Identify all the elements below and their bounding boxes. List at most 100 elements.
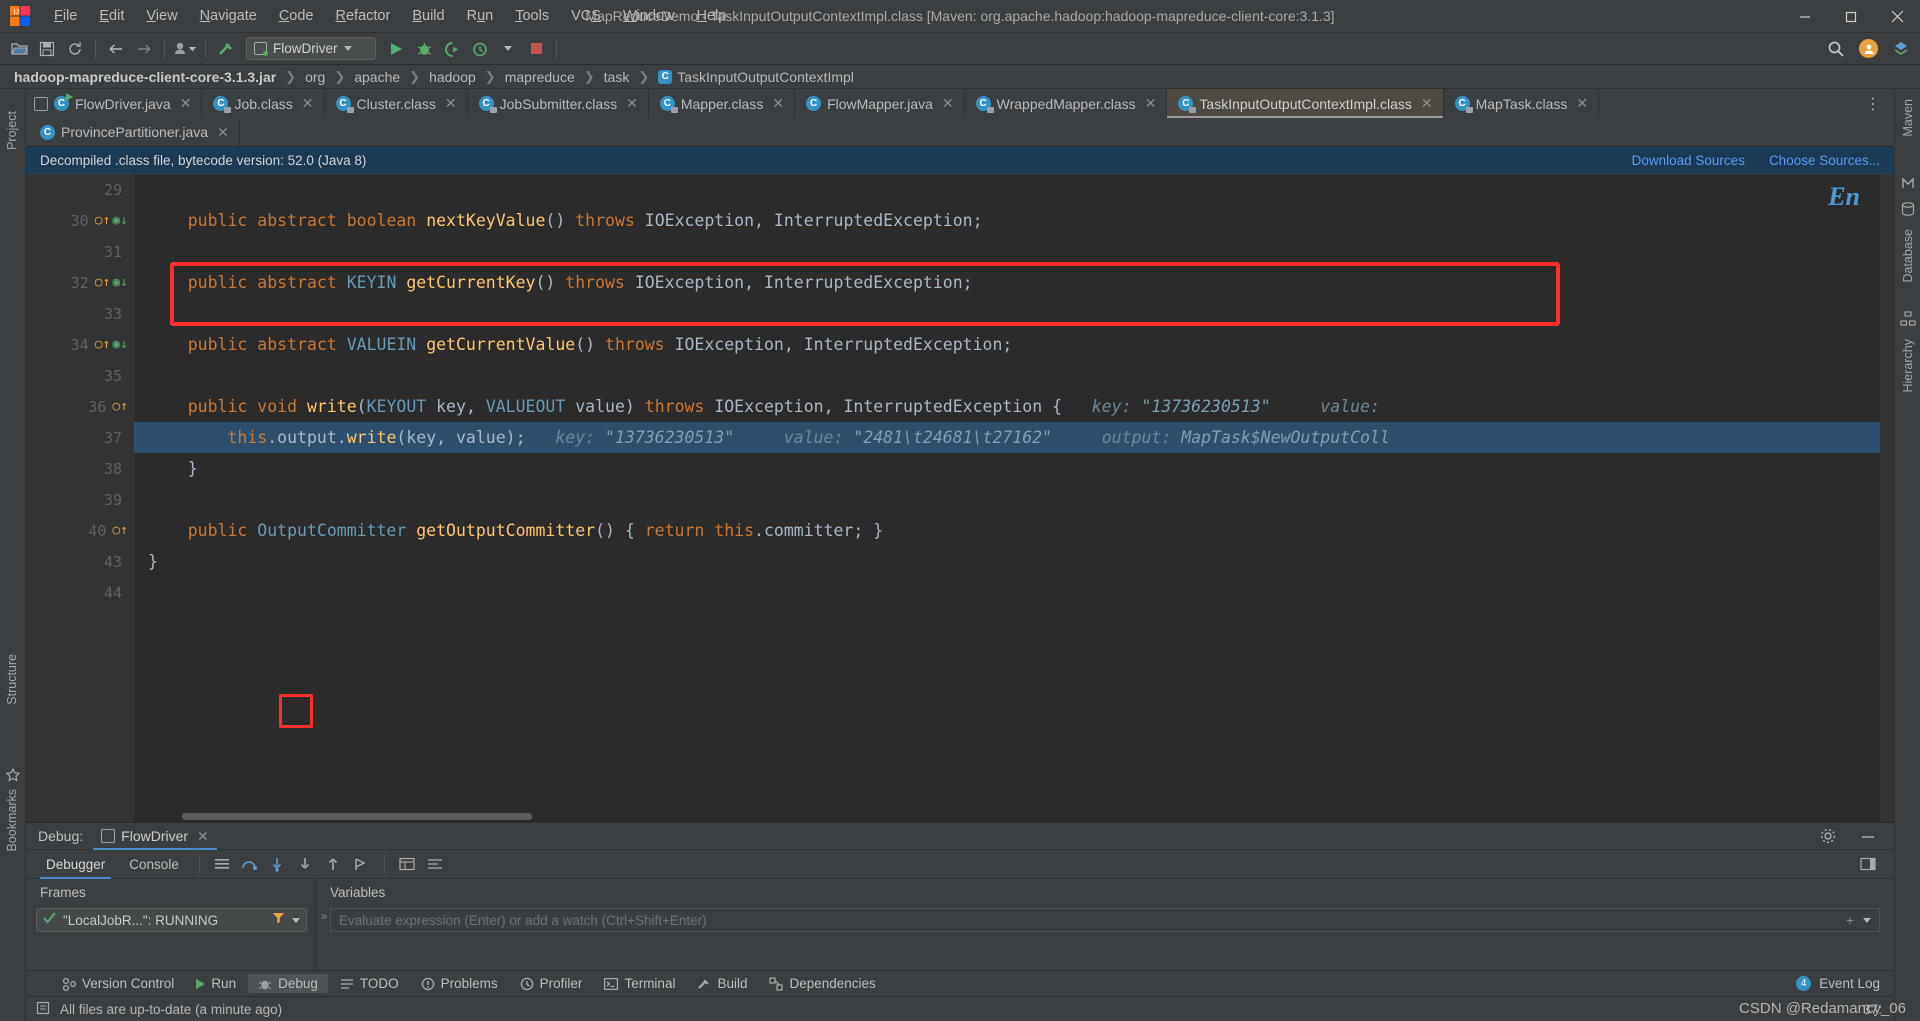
menu-vcs[interactable]: VCS	[560, 4, 612, 28]
tab-job-class[interactable]: C Job.class ✕	[202, 89, 324, 118]
back-icon[interactable]	[103, 36, 129, 62]
tab-flowdriver-java[interactable]: C FlowDriver.java ✕	[26, 89, 202, 118]
mute-breakpoints-icon[interactable]	[423, 853, 447, 875]
open-project-icon[interactable]	[6, 36, 32, 62]
run-button[interactable]	[383, 36, 409, 62]
tab-taskinputoutputcontextimpl-class[interactable]: C TaskInputOutputContextImpl.class ✕	[1167, 89, 1443, 118]
override-icon[interactable]: ○↑	[112, 523, 128, 538]
gutter-line[interactable]: 30○↑◉↓	[26, 205, 134, 236]
sidebar-item-structure[interactable]: Structure	[5, 654, 19, 705]
code-line[interactable]: public abstract VALUEIN getCurrentValue(…	[134, 329, 1894, 360]
search-everywhere-icon[interactable]	[1823, 36, 1849, 62]
tabs-overflow-icon[interactable]: ⋮	[1853, 89, 1894, 118]
gutter-line[interactable]: 36○↑	[26, 391, 134, 422]
gutter-line[interactable]: 39	[26, 484, 134, 515]
code-line[interactable]: public abstract boolean nextKeyValue() t…	[134, 205, 1894, 236]
close-icon[interactable]: ✕	[1421, 95, 1433, 112]
choose-sources-link[interactable]: Choose Sources...	[1769, 153, 1880, 168]
debug-session-tab[interactable]: FlowDriver ✕	[93, 823, 217, 850]
close-icon[interactable]: ✕	[302, 95, 314, 112]
updates-icon[interactable]	[1888, 36, 1914, 62]
toolwindow-problems[interactable]: Problems	[411, 974, 508, 993]
toolwindow-build[interactable]: Build	[687, 974, 757, 993]
profiler-run-icon[interactable]	[467, 36, 493, 62]
code-line[interactable]: ⊟ public OutputCommitter getOutputCommit…	[134, 515, 1894, 546]
gutter-line[interactable]: 33	[26, 298, 134, 329]
gear-icon[interactable]	[1816, 825, 1840, 847]
minimize-icon[interactable]	[1856, 825, 1880, 847]
close-button[interactable]	[1874, 0, 1920, 33]
run-with-coverage-icon[interactable]	[439, 36, 465, 62]
code-line[interactable]: ⊟ }	[134, 453, 1894, 484]
code-editor[interactable]: 2930○↑◉↓3132○↑◉↓3334○↑◉↓3536○↑37383940○↑…	[26, 174, 1894, 822]
menu-build[interactable]: Build	[401, 4, 455, 28]
tab-maptask-class[interactable]: C MapTask.class ✕	[1444, 89, 1600, 118]
tab-console[interactable]: Console	[119, 854, 189, 875]
override-icon[interactable]: ○↑	[95, 337, 111, 352]
step-out-icon[interactable]	[322, 853, 346, 875]
gutter-line[interactable]: 43	[26, 546, 134, 577]
menu-edit[interactable]: Edit	[88, 4, 135, 28]
close-icon[interactable]: ✕	[180, 95, 192, 112]
run-to-cursor-icon[interactable]	[350, 853, 374, 875]
editor-gutter[interactable]: 2930○↑◉↓3132○↑◉↓3334○↑◉↓3536○↑37383940○↑…	[26, 174, 134, 822]
tab-cluster-class[interactable]: C Cluster.class ✕	[325, 89, 468, 118]
breadcrumb-item-apache[interactable]: apache	[354, 69, 400, 85]
implemented-icon[interactable]: ◉↓	[112, 213, 128, 228]
code-line[interactable]: ⊟ public void write(KEYOUT key, VALUEOUT…	[134, 391, 1894, 422]
tab-flowmapper-java[interactable]: C FlowMapper.java ✕	[795, 89, 965, 118]
tab-jobsubmitter-class[interactable]: C JobSubmitter.class ✕	[468, 89, 649, 118]
sidebar-item-bookmarks[interactable]: Bookmarks	[5, 789, 19, 852]
toolwindow-debug[interactable]: Debug	[248, 974, 328, 993]
menu-navigate[interactable]: Navigate	[189, 4, 268, 28]
override-icon[interactable]: ○↑	[95, 275, 111, 290]
breadcrumb-item-mapreduce[interactable]: mapreduce	[505, 69, 575, 85]
gutter-line[interactable]: 40○↑	[26, 515, 134, 546]
sidebar-item-maven[interactable]: Maven	[1901, 99, 1915, 137]
breadcrumb-item-org[interactable]: org	[305, 69, 325, 85]
code-line[interactable]	[134, 174, 1894, 205]
gutter-line[interactable]: 29	[26, 174, 134, 205]
breadcrumb-item-task[interactable]: task	[604, 69, 630, 85]
build-hammer-icon[interactable]	[213, 36, 239, 62]
maximize-button[interactable]	[1828, 0, 1874, 33]
close-icon[interactable]: ✕	[217, 124, 229, 141]
implemented-icon[interactable]: ◉↓	[112, 337, 128, 352]
toolwindow-version-control[interactable]: Version Control	[52, 974, 184, 993]
menu-refactor[interactable]: Refactor	[325, 4, 402, 28]
breadcrumb-item-hadoop[interactable]: hadoop	[429, 69, 476, 85]
menu-view[interactable]: View	[135, 4, 188, 28]
gutter-line[interactable]: 37	[26, 422, 134, 453]
error-stripe[interactable]	[1880, 174, 1894, 822]
code-line[interactable]	[134, 236, 1894, 267]
close-icon[interactable]: ✕	[772, 95, 784, 112]
override-icon[interactable]: ○↑	[112, 399, 128, 414]
code-line[interactable]: public abstract KEYIN getCurrentKey() th…	[134, 267, 1894, 298]
sidebar-item-project[interactable]: Project	[5, 111, 19, 150]
code-line-current[interactable]: this.output.write(key, value); key: "137…	[134, 422, 1894, 453]
layout-settings-icon[interactable]	[1856, 853, 1880, 875]
frame-selector[interactable]: "LocalJobR...": RUNNING	[36, 908, 307, 932]
maven-icon[interactable]	[1900, 175, 1916, 191]
toolwindow-profiler[interactable]: Profiler	[510, 974, 593, 993]
toolwindow-terminal[interactable]: Terminal	[594, 974, 685, 993]
code-line[interactable]	[134, 577, 1894, 608]
close-icon[interactable]: ✕	[942, 95, 954, 112]
code-line[interactable]: }	[134, 546, 1894, 577]
gutter-line[interactable]: 44	[26, 577, 134, 608]
evaluate-expression-icon[interactable]	[395, 853, 419, 875]
menu-tools[interactable]: Tools	[504, 4, 560, 28]
code-line[interactable]	[134, 298, 1894, 329]
menu-help[interactable]: Help	[685, 4, 737, 28]
chevron-down-icon[interactable]	[292, 918, 300, 923]
menu-code[interactable]: Code	[268, 4, 325, 28]
toolwindow-todo[interactable]: TODO	[330, 974, 409, 993]
evaluate-expression-input[interactable]: Evaluate expression (Enter) or add a wat…	[330, 908, 1880, 932]
profiler-dropdown-icon[interactable]	[495, 36, 521, 62]
editor-horizontal-scrollbar[interactable]	[134, 813, 1920, 822]
code-line[interactable]	[134, 360, 1894, 391]
debug-button[interactable]	[411, 36, 437, 62]
close-icon[interactable]: ✕	[197, 828, 209, 845]
editor-code-area[interactable]: public abstract boolean nextKeyValue() t…	[134, 174, 1894, 822]
force-step-into-icon[interactable]	[294, 853, 318, 875]
